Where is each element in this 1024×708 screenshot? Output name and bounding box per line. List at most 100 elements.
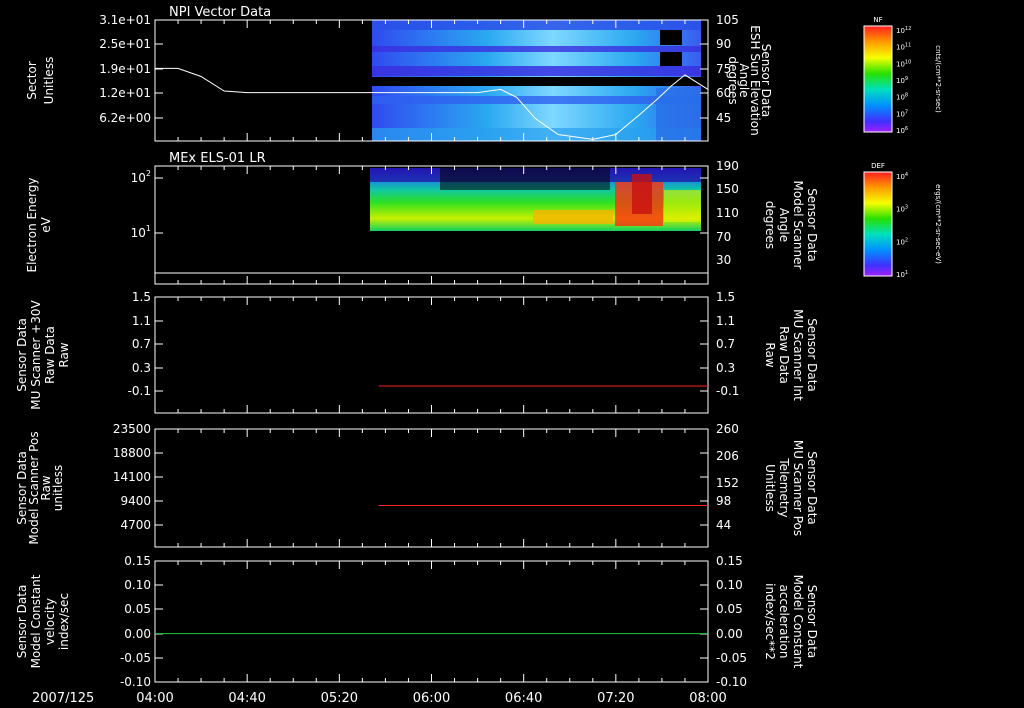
panel3-frame: [154, 296, 709, 414]
y2-axis-label: degrees: [763, 201, 777, 249]
y2-tick-label: -0.10: [716, 675, 747, 689]
y2-tick-label: 90: [716, 37, 731, 51]
time-tick-label: 04:40: [228, 691, 265, 706]
panel1-spectrogram-band: [372, 128, 701, 141]
y2-tick-label: 1.1: [716, 314, 735, 328]
def-colorbar-title: DEF: [871, 162, 885, 170]
panel1-spectrogram-band: [372, 20, 701, 30]
nf-colorbar: [863, 25, 893, 133]
panel1-title: NPI Vector Data: [169, 5, 271, 20]
panel1-spectrogram-gap: [372, 77, 701, 86]
y-tick-label: 6.2e+00: [99, 111, 151, 125]
y2-axis-label: Raw: [763, 342, 777, 367]
time-tick-label: 06:40: [505, 691, 542, 706]
y2-axis-label: Angle: [777, 208, 791, 242]
y2-tick-label: 110: [716, 206, 739, 220]
y-axis-label: eV: [39, 216, 53, 232]
y-tick-label: 18800: [113, 446, 151, 460]
y2-axis-label: Sensor Data: [805, 318, 819, 392]
panel2-spectrogram-hot: [533, 210, 613, 224]
panel1-spectrogram-band: [372, 46, 701, 52]
panel2-spectrogram-warm: [664, 190, 701, 222]
y2-axis-label: MU Scanner Pos: [791, 440, 805, 536]
y2-tick-label: 190: [716, 159, 739, 173]
y-tick-label: 1.5: [132, 290, 151, 304]
y-tick-label: -0.05: [120, 651, 151, 665]
panel1-spectrogram-dropout: [660, 30, 682, 45]
y2-axis-label: Raw Data: [777, 326, 791, 384]
y2-tick-label: 0.3: [716, 361, 735, 375]
y-axis-label: Electron Energy: [25, 177, 39, 272]
def-colorbar: [863, 171, 893, 277]
y-tick-label: 0.3: [132, 361, 151, 375]
nf-colorbar-tick: 1010: [896, 59, 911, 68]
y2-axis-label: Unitless: [763, 464, 777, 512]
y2-axis-label: Telemetry: [777, 457, 791, 517]
y-axis-label: Unitless: [42, 57, 56, 105]
time-tick-label: 04:00: [136, 691, 173, 706]
nf-colorbar-tick: 1011: [896, 43, 911, 52]
panel1-spectrogram: [372, 20, 701, 141]
nf-colorbar-tick: 107: [896, 109, 908, 118]
y-axis-label: Sector: [25, 61, 39, 100]
panel2-spectrogram-speckle: [440, 168, 610, 190]
y2-tick-label: 0.7: [716, 337, 735, 351]
nf-colorbar-tick: 109: [896, 76, 908, 85]
y-tick-label: -0.1: [128, 384, 151, 398]
y-tick-label: 4700: [120, 518, 151, 532]
panel1-spectrogram-dropout: [660, 52, 682, 66]
panel1-spectrogram-patch: [656, 88, 701, 141]
y2-axis-label: index/sec**2: [763, 583, 777, 660]
y2-tick-label: -0.05: [716, 651, 747, 665]
y-tick-label: 2.5e+01: [99, 37, 151, 51]
y-axis-label: unitless: [51, 465, 65, 511]
y2-tick-label: 206: [716, 449, 739, 463]
y-axis-label: Sensor Data: [15, 585, 29, 659]
nf-colorbar-title: NF: [873, 16, 882, 24]
y-tick-label: 102: [131, 169, 151, 185]
y2-tick-label: -0.1: [716, 384, 739, 398]
y-tick-label: 0.10: [124, 578, 151, 592]
y2-tick-label: 0.05: [716, 602, 743, 616]
y-axis-label: Raw Data: [43, 326, 57, 384]
y-axis-label: Sensor Data: [15, 318, 29, 392]
y-tick-label: 0.7: [132, 337, 151, 351]
def-colorbar-tick: 101: [896, 270, 908, 279]
y2-axis-label: Sensor Data: [805, 188, 819, 262]
y-axis-label: Model Constant: [29, 574, 43, 668]
y2-axis-label: Sensor Data: [805, 451, 819, 525]
y2-tick-label: 45: [716, 111, 731, 125]
y-tick-label: 101: [131, 224, 151, 240]
y2-axis-label: Model Constant: [791, 575, 805, 669]
panel2-spectrogram: [370, 168, 701, 231]
y-axis-label: Raw: [57, 342, 71, 367]
y2-tick-label: 0.00: [716, 627, 743, 641]
panel1-spectrogram-band: [372, 96, 701, 104]
y2-axis-label: MU Scanner Int: [791, 309, 805, 401]
y2-tick-label: 150: [716, 182, 739, 196]
plot-canvas: 3.1e+01 2.5e+01 1.9e+01 1.2e+01 6.2e+00 105 90…: [15, 5, 942, 706]
y-tick-label: 0.05: [124, 602, 151, 616]
panel2-spectrogram-hot: [632, 174, 652, 214]
y2-axis-label: degrees: [726, 56, 740, 104]
y-tick-label: 0.15: [124, 554, 151, 568]
nf-colorbar-units: cnts/(cm**2-sr-sec): [934, 45, 942, 113]
def-colorbar-tick: 104: [896, 172, 908, 181]
date-label: 2007/125: [32, 691, 94, 706]
y2-tick-label: 44: [716, 518, 731, 532]
y-tick-label: -0.10: [120, 675, 151, 689]
def-colorbar-units: ergs/(cm**2-sr-sec-eV): [934, 184, 942, 264]
y-tick-label: 1.2e+01: [99, 86, 151, 100]
time-tick-label: 06:00: [413, 691, 450, 706]
y2-tick-label: 0.10: [716, 578, 743, 592]
time-tick-label: 08:00: [689, 691, 726, 706]
y2-tick-label: 152: [716, 476, 739, 490]
nf-colorbar-tick: 108: [896, 93, 908, 102]
y2-tick-label: 1.5: [716, 290, 735, 304]
y-axis-label: velocity: [43, 598, 57, 645]
y-axis-label: index/sec: [57, 593, 71, 650]
y2-tick-label: 30: [716, 253, 731, 267]
y2-axis-label: Sensor Data: [805, 585, 819, 659]
y2-tick-label: 0.15: [716, 554, 743, 568]
y-tick-label: 0.00: [124, 627, 151, 641]
